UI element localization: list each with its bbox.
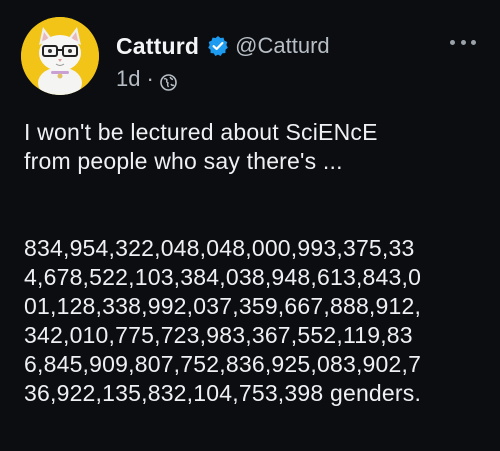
number-line: 36,922,135,832,104,753,398 genders. xyxy=(24,380,422,406)
more-dot xyxy=(450,39,455,45)
post-text: I won't be lectured about SciENcE from p… xyxy=(24,118,484,408)
number-line: 342,010,775,723,983,367,552,119,83 xyxy=(24,322,413,348)
post-text-line: from people who say there's ... xyxy=(24,148,343,174)
post-meta: 1d · xyxy=(116,64,177,94)
post-card: Catturd @Catturd 1d · I won't be lecture… xyxy=(0,0,500,451)
more-dot xyxy=(460,39,466,45)
number-line: 834,954,322,048,048,000,993,375,33 xyxy=(24,235,415,261)
more-horizontal-icon[interactable] xyxy=(450,36,476,48)
meta-separator: · xyxy=(146,66,154,91)
number-line: 6,845,909,807,752,836,925,083,902,7 xyxy=(24,351,422,377)
number-line: 01,128,338,992,037,359,667,888,912, xyxy=(24,293,422,319)
avatar[interactable] xyxy=(21,17,99,95)
author-handle[interactable]: @Catturd xyxy=(235,33,329,59)
number-line: 4,678,522,103,384,038,948,613,843,0 xyxy=(24,264,422,290)
author-name[interactable]: Catturd xyxy=(116,33,199,60)
post-time[interactable]: 1d xyxy=(116,66,140,92)
post-text-line: I won't be lectured about SciENcE xyxy=(24,119,378,145)
more-dot xyxy=(471,39,476,45)
cat-with-glasses-avatar-icon xyxy=(21,17,99,95)
post-header: Catturd @Catturd xyxy=(116,28,330,64)
globe-icon xyxy=(160,71,177,91)
verified-badge-icon xyxy=(207,35,229,57)
